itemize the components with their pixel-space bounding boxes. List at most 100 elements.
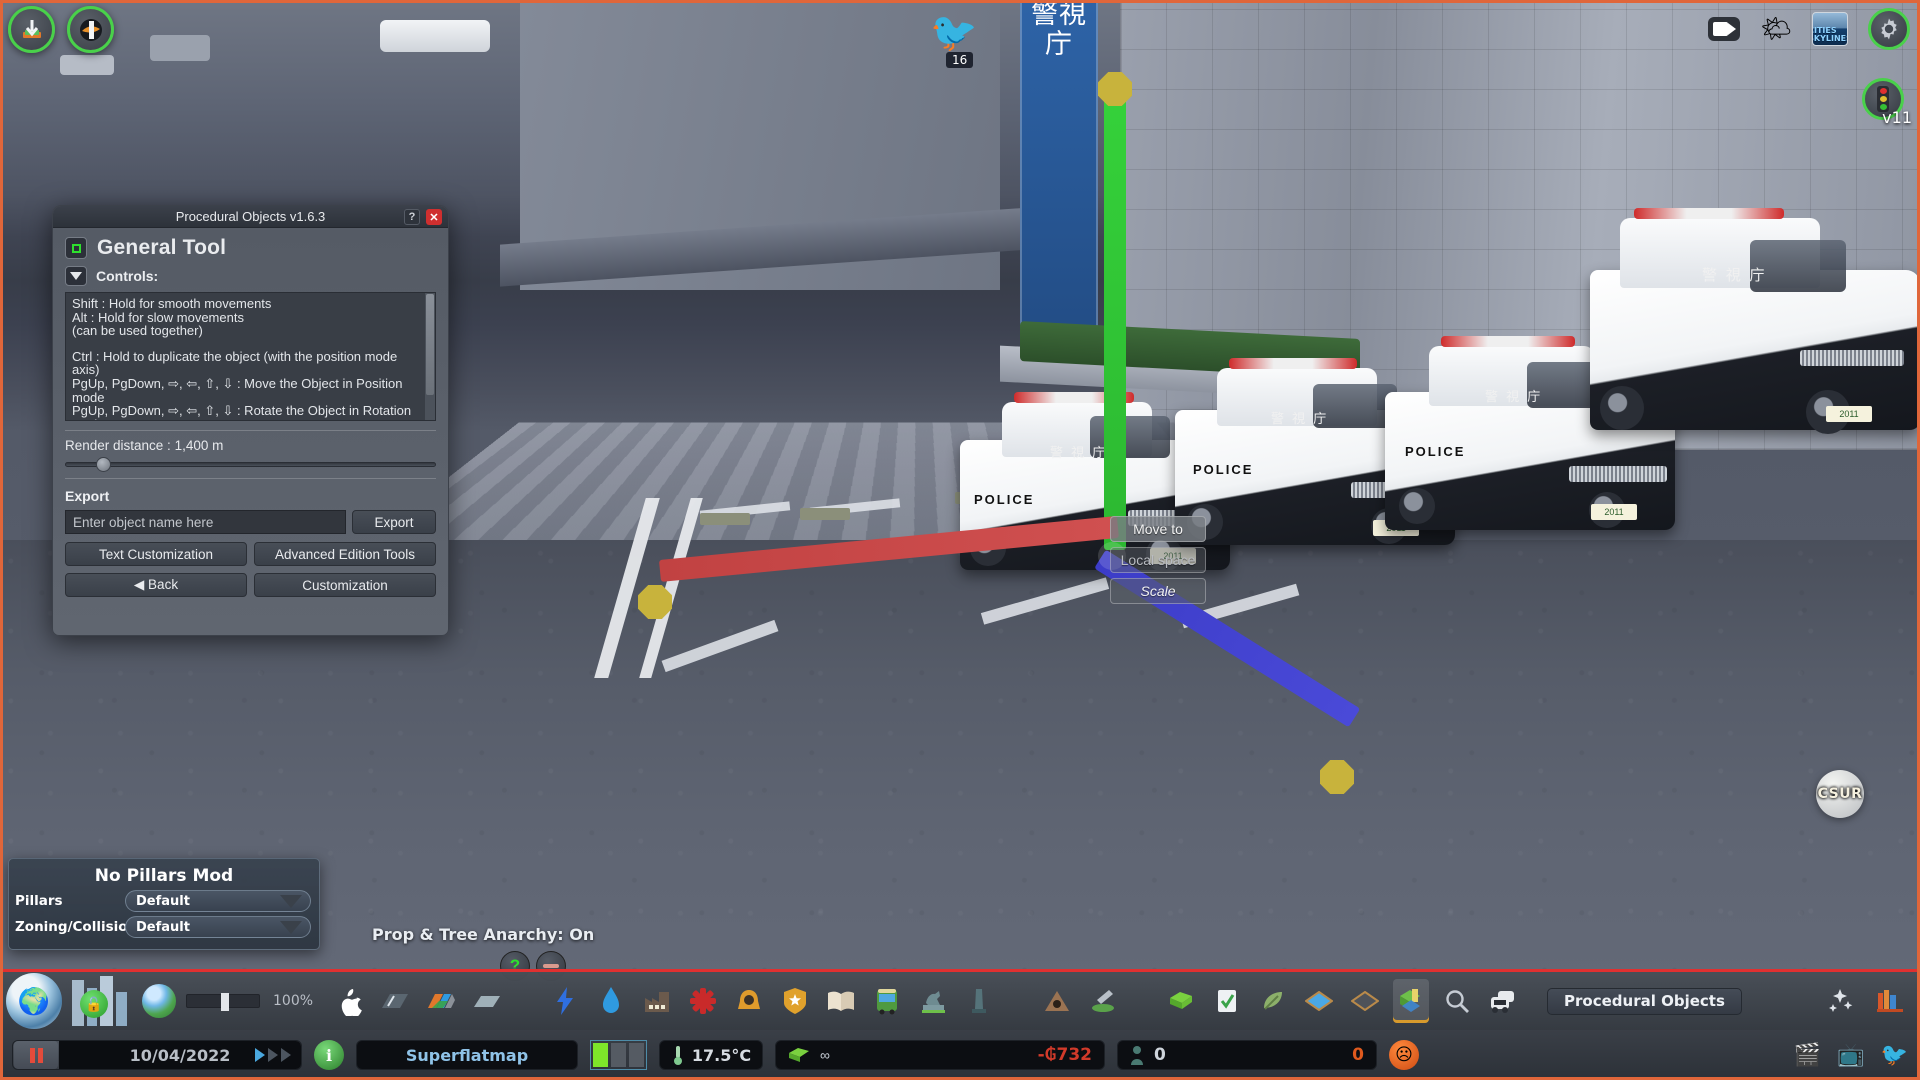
chirper-toggle-icon[interactable]: 🐦 xyxy=(1881,1042,1908,1068)
slider-knob[interactable] xyxy=(96,457,111,472)
nature-icon[interactable] xyxy=(142,984,176,1018)
export-button[interactable]: Export xyxy=(352,510,436,534)
unlock-icon[interactable]: 🔓 xyxy=(80,990,108,1018)
surface-dark-icon[interactable] xyxy=(1347,979,1383,1023)
close-icon[interactable]: ✕ xyxy=(426,209,442,225)
tool-icon xyxy=(65,237,87,259)
speed-3x[interactable] xyxy=(281,1048,291,1062)
district-icon[interactable] xyxy=(469,979,505,1023)
checklist-icon[interactable] xyxy=(1209,979,1245,1023)
toolbar-icon-row[interactable] xyxy=(331,979,1521,1023)
apple-logo-icon[interactable] xyxy=(331,979,367,1023)
csur-badge[interactable]: CSUR xyxy=(1816,770,1864,818)
anarchy-status-text: Prop & Tree Anarchy: On xyxy=(372,925,595,944)
text-customization-button[interactable]: Text Customization xyxy=(65,542,247,566)
zoning-collision-dropdown[interactable]: Default xyxy=(125,916,311,938)
window-titlebar[interactable]: Procedural Objects v1.6.3 ? ✕ xyxy=(53,206,448,228)
water-icon[interactable] xyxy=(593,979,629,1023)
city-skyline-icon: 🔓 xyxy=(66,974,138,1028)
education-icon[interactable] xyxy=(823,979,859,1023)
toolbar-left-cluster: 🔓 100% xyxy=(0,972,313,1030)
gizmo-menu-local-space[interactable]: Local space xyxy=(1110,547,1206,573)
milestone-bars[interactable] xyxy=(590,1040,647,1070)
library-icon[interactable] xyxy=(1872,979,1908,1023)
zoom-slider[interactable] xyxy=(186,993,260,1011)
game-screen: 警視庁 POLICE 警 視 庁 2011 POLICE 警 視 庁 POLIC… xyxy=(0,0,1920,1080)
tv-icon[interactable]: 📺 xyxy=(1837,1042,1864,1068)
public-transport-icon[interactable] xyxy=(869,979,905,1023)
fire-department-icon[interactable] xyxy=(731,979,767,1023)
time-controls[interactable]: 10/04/2022 xyxy=(12,1040,302,1070)
photo-mode-icon[interactable]: 🎬 xyxy=(1794,1042,1821,1068)
scrollbar-track[interactable] xyxy=(425,293,435,420)
procedural-objects-icon[interactable] xyxy=(1393,979,1430,1023)
gizmo-menu-scale[interactable]: Scale xyxy=(1110,578,1206,604)
healthcare-icon[interactable] xyxy=(685,979,721,1023)
terrain-tool-icon[interactable] xyxy=(1085,979,1121,1023)
milestone-bar-empty xyxy=(611,1043,626,1067)
scrollbar-thumb[interactable] xyxy=(426,294,434,395)
no-pillars-mod-panel[interactable]: No Pillars Mod Pillars Default Zoning/Co… xyxy=(8,858,320,950)
speed-buttons[interactable] xyxy=(255,1048,291,1062)
render-distance-label-text: Render distance : xyxy=(65,438,171,453)
customization-button[interactable]: Customization xyxy=(254,573,436,597)
magnifier-glyph xyxy=(1446,990,1470,1013)
zoning-icon[interactable] xyxy=(423,979,459,1023)
status-bar[interactable]: 10/04/2022 i Superflatmap 17.5°C ∞ -₲732… xyxy=(0,1030,1920,1080)
speed-2x[interactable] xyxy=(268,1048,278,1062)
divider xyxy=(65,430,436,431)
population-pill[interactable]: 0 0 xyxy=(1117,1040,1377,1070)
help-button[interactable]: ? xyxy=(404,209,420,225)
active-tool-label[interactable]: Procedural Objects xyxy=(1547,987,1742,1015)
pillars-dropdown[interactable]: Default xyxy=(125,890,311,912)
unhappy-face-icon[interactable]: ☹ xyxy=(1389,1040,1419,1070)
shovel-glyph xyxy=(1092,990,1115,1012)
find-it-search-icon[interactable] xyxy=(1439,979,1475,1023)
tree-icon[interactable] xyxy=(1255,979,1291,1023)
gizmo-context-menu[interactable]: Move to Local space Scale xyxy=(1110,516,1206,609)
chevron-down-icon[interactable] xyxy=(65,266,87,286)
pause-button[interactable] xyxy=(14,1041,58,1069)
top-left-mod-buttons[interactable] xyxy=(8,6,114,53)
vehicle-icon[interactable] xyxy=(1485,979,1521,1023)
money-icon[interactable] xyxy=(1163,979,1199,1023)
main-toolbar[interactable]: 🔓 100% xyxy=(0,972,1920,1030)
unique-buildings-icon[interactable] xyxy=(915,979,951,1023)
chirper-bird[interactable]: 🐦 16 xyxy=(930,14,982,68)
pillars-row: Pillars Default xyxy=(9,890,319,912)
zoom-slider-knob[interactable] xyxy=(221,993,229,1011)
zoom-percent: 100% xyxy=(273,993,314,1009)
police-icon[interactable] xyxy=(777,979,813,1023)
gizmo-axis-y[interactable] xyxy=(1104,95,1126,550)
speed-1x[interactable] xyxy=(255,1048,265,1062)
monuments-icon[interactable] xyxy=(961,979,997,1023)
controls-help-scrollbox[interactable]: Shift : Hold for smooth movements Alt : … xyxy=(65,292,436,421)
map-name-pill[interactable]: Superflatmap xyxy=(356,1040,578,1070)
curb-block xyxy=(800,508,850,520)
back-button[interactable]: ◀ Back xyxy=(65,573,247,597)
controls-section-toggle[interactable]: Controls: xyxy=(53,264,448,292)
prop-anarchy-button[interactable] xyxy=(67,6,114,53)
gizmo-menu-move-to[interactable]: Move to xyxy=(1110,516,1206,542)
top-right-icons[interactable]: 🌤 CITIES SKYLINES xyxy=(1708,8,1910,50)
render-distance-slider[interactable] xyxy=(65,457,436,472)
advanced-edition-tools-button[interactable]: Advanced Edition Tools xyxy=(254,542,436,566)
milestone-bar-filled xyxy=(593,1043,608,1067)
info-views-icon[interactable]: i xyxy=(314,1040,344,1070)
toolbar-right-cluster[interactable] xyxy=(1822,979,1920,1023)
money-pill[interactable]: ∞ -₲732 xyxy=(775,1040,1105,1070)
surface-blue-icon[interactable] xyxy=(1301,979,1337,1023)
object-name-input[interactable] xyxy=(65,510,346,534)
electricity-icon[interactable] xyxy=(547,979,583,1023)
garbage-icon[interactable] xyxy=(639,979,675,1023)
road-icon[interactable] xyxy=(377,979,413,1023)
sparkle-icon[interactable] xyxy=(1822,979,1858,1023)
status-bar-right-icons[interactable]: 🎬 📺 🐦 xyxy=(1794,1042,1908,1068)
gear-icon[interactable] xyxy=(1868,8,1910,50)
move-it-button[interactable] xyxy=(8,6,55,53)
camera-icon[interactable] xyxy=(1708,17,1741,41)
procedural-objects-window[interactable]: Procedural Objects v1.6.3 ? ✕ General To… xyxy=(52,205,449,636)
landscaping-icon[interactable] xyxy=(1039,979,1075,1023)
globe-icon[interactable] xyxy=(6,973,62,1029)
slider-track[interactable] xyxy=(65,462,436,467)
